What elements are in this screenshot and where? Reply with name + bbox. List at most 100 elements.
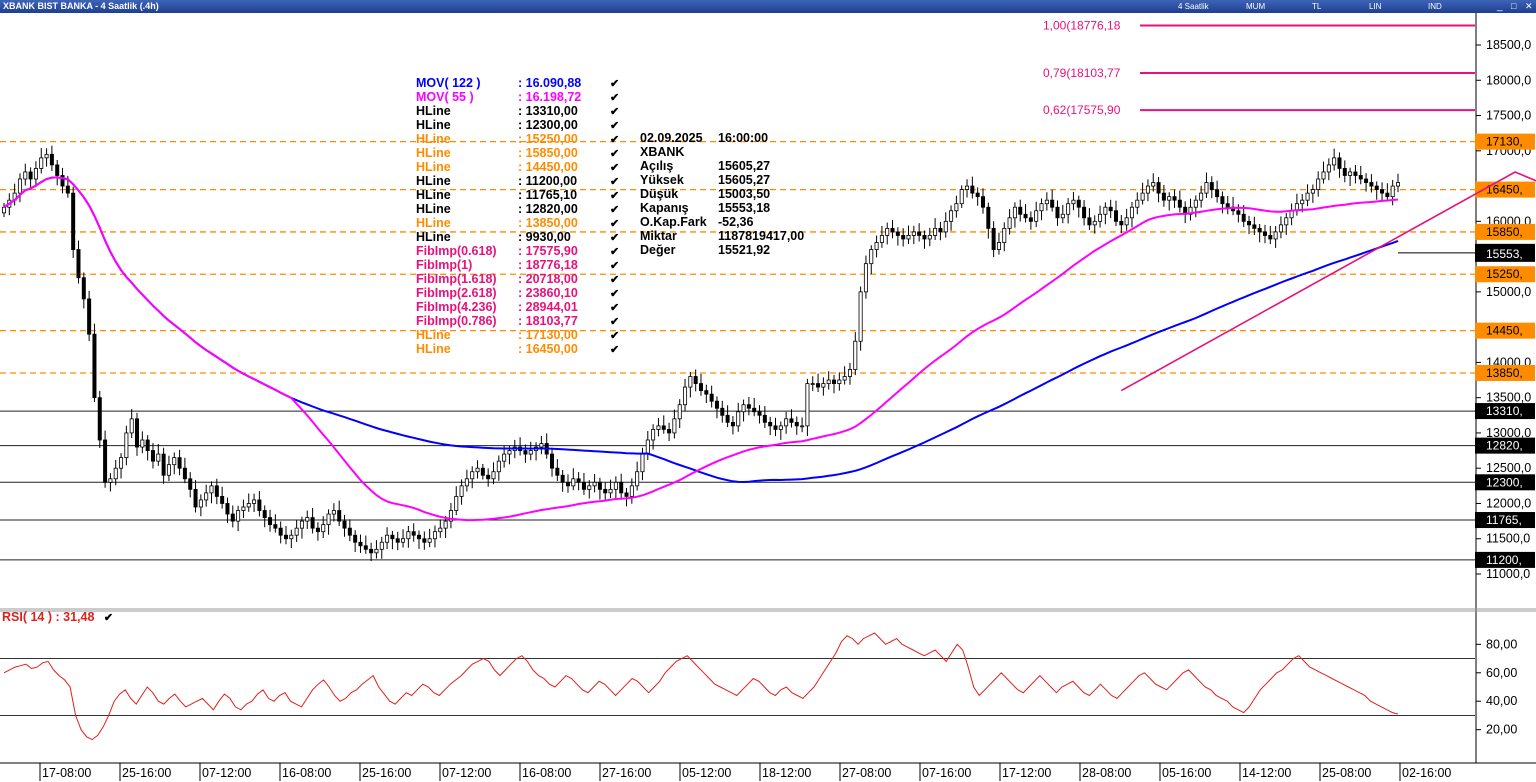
candle-body bbox=[837, 379, 842, 384]
indicator-button[interactable]: IND bbox=[1428, 0, 1442, 13]
check-icon[interactable]: ✔ bbox=[610, 273, 619, 287]
check-icon[interactable]: ✔ bbox=[610, 203, 619, 217]
candle-body bbox=[443, 520, 448, 529]
check-icon[interactable]: ✔ bbox=[610, 133, 619, 147]
candle-body bbox=[965, 185, 970, 190]
check-icon[interactable]: ✔ bbox=[610, 231, 619, 245]
legend-row: HLine: 15250,00 ✔ bbox=[416, 132, 619, 147]
candle-body bbox=[145, 439, 150, 451]
check-icon[interactable]: ✔ bbox=[610, 343, 619, 357]
candle-body bbox=[1140, 192, 1145, 201]
candle-body bbox=[1012, 206, 1017, 219]
legend-value: : 23860,10 bbox=[518, 286, 578, 300]
currency-button[interactable]: TL bbox=[1312, 0, 1321, 13]
candle-body bbox=[305, 517, 310, 522]
check-icon[interactable]: ✔ bbox=[610, 217, 619, 231]
check-icon[interactable]: ✔ bbox=[610, 329, 619, 343]
ohlc-value: 15605,27 bbox=[718, 159, 771, 173]
candle-body bbox=[326, 513, 331, 526]
ohlc-value: 16:00:00 bbox=[718, 131, 769, 145]
check-icon[interactable]: ✔ bbox=[610, 301, 619, 315]
legend-name: HLine bbox=[416, 132, 451, 146]
candle-body bbox=[475, 467, 480, 473]
candle-body bbox=[417, 534, 422, 540]
check-icon[interactable]: ✔ bbox=[610, 77, 619, 91]
hline-tag-label: 15250, bbox=[1486, 267, 1523, 281]
legend-row: FibImp(0.786): 18103,77 ✔ bbox=[416, 314, 619, 329]
time-tick-label: 07-12:00 bbox=[202, 766, 251, 780]
candle-body bbox=[1252, 224, 1257, 229]
check-icon[interactable]: ✔ bbox=[610, 105, 619, 119]
candle-body bbox=[1268, 235, 1273, 240]
hline-tag-label: 13310, bbox=[1486, 404, 1523, 418]
check-icon[interactable]: ✔ bbox=[104, 612, 113, 624]
legend-name: FibImp(1) bbox=[416, 258, 473, 272]
candle-body bbox=[709, 393, 714, 402]
candle-body bbox=[347, 527, 352, 536]
check-icon[interactable]: ✔ bbox=[610, 147, 619, 161]
check-icon[interactable]: ✔ bbox=[610, 189, 619, 203]
candle-body bbox=[55, 164, 60, 176]
candle-body bbox=[1055, 206, 1060, 219]
candle-body bbox=[230, 513, 235, 522]
linear-scale-button[interactable]: LIN bbox=[1369, 0, 1381, 13]
ohlc-key: XBANK bbox=[640, 145, 685, 159]
candle-body bbox=[17, 178, 22, 194]
ohlc-row: Kapanış 15553,18 bbox=[640, 201, 804, 215]
candle-body bbox=[252, 499, 257, 504]
candle-body bbox=[438, 527, 443, 533]
maximize-icon[interactable]: □ bbox=[1511, 0, 1516, 13]
check-icon[interactable]: ✔ bbox=[610, 315, 619, 329]
candle-body bbox=[257, 499, 262, 511]
candle-body bbox=[550, 453, 555, 469]
candle-body bbox=[1082, 206, 1087, 219]
candle-body bbox=[693, 376, 698, 384]
check-icon[interactable]: ✔ bbox=[610, 119, 619, 133]
check-icon[interactable]: ✔ bbox=[610, 245, 619, 259]
legend-name: HLine bbox=[416, 342, 451, 356]
minimize-icon[interactable]: _ bbox=[1497, 0, 1503, 13]
price-tick-label: 15000,0 bbox=[1486, 285, 1531, 299]
candle-body bbox=[1369, 182, 1374, 187]
candle-body bbox=[236, 510, 241, 522]
candle-body bbox=[363, 545, 368, 550]
candle-body bbox=[768, 421, 773, 427]
ohlc-key: Miktar bbox=[640, 229, 677, 243]
candle-body bbox=[1321, 171, 1326, 180]
chart-area[interactable]: 18500,018000,017500,017000,016000,015000… bbox=[0, 13, 1536, 782]
check-icon[interactable]: ✔ bbox=[610, 91, 619, 105]
candle-body bbox=[730, 421, 735, 427]
legend-name: HLine bbox=[416, 188, 451, 202]
check-icon[interactable]: ✔ bbox=[610, 259, 619, 273]
candle-body bbox=[1316, 178, 1321, 190]
candle-body bbox=[289, 534, 294, 540]
time-tick-label: 07-16:00 bbox=[922, 766, 971, 780]
legend-value: : 17575,90 bbox=[518, 244, 578, 258]
candle-body bbox=[374, 548, 379, 554]
legend-row: FibImp(1.618): 20718,00 ✔ bbox=[416, 272, 619, 287]
candle-body bbox=[581, 481, 586, 490]
candle-body bbox=[299, 520, 304, 529]
check-icon[interactable]: ✔ bbox=[610, 287, 619, 301]
legend-name: HLine bbox=[416, 146, 451, 160]
candle-body bbox=[1119, 220, 1124, 226]
candle-body bbox=[422, 538, 427, 543]
candle-mode-button[interactable]: MUM bbox=[1246, 0, 1265, 13]
candle-body bbox=[2, 206, 7, 214]
legend-name: HLine bbox=[416, 202, 451, 216]
legend-name: FibImp(0.618) bbox=[416, 244, 497, 258]
legend-row: HLine: 11765,10 ✔ bbox=[416, 188, 619, 203]
legend-value: : 28944,01 bbox=[518, 300, 578, 314]
time-tick-label: 05-16:00 bbox=[1162, 766, 1211, 780]
price-tick-label: 13500,0 bbox=[1486, 391, 1531, 405]
check-icon[interactable]: ✔ bbox=[610, 175, 619, 189]
timeframe-button[interactable]: 4 Saatlik bbox=[1178, 0, 1209, 13]
check-icon[interactable]: ✔ bbox=[610, 161, 619, 175]
candle-body bbox=[103, 439, 108, 483]
candle-body bbox=[369, 548, 374, 554]
candle-body bbox=[635, 471, 640, 487]
time-tick-label: 17-08:00 bbox=[42, 766, 91, 780]
legend-value: : 16450,00 bbox=[518, 342, 578, 356]
close-icon[interactable]: ✕ bbox=[1525, 0, 1533, 13]
candle-body bbox=[539, 443, 544, 448]
